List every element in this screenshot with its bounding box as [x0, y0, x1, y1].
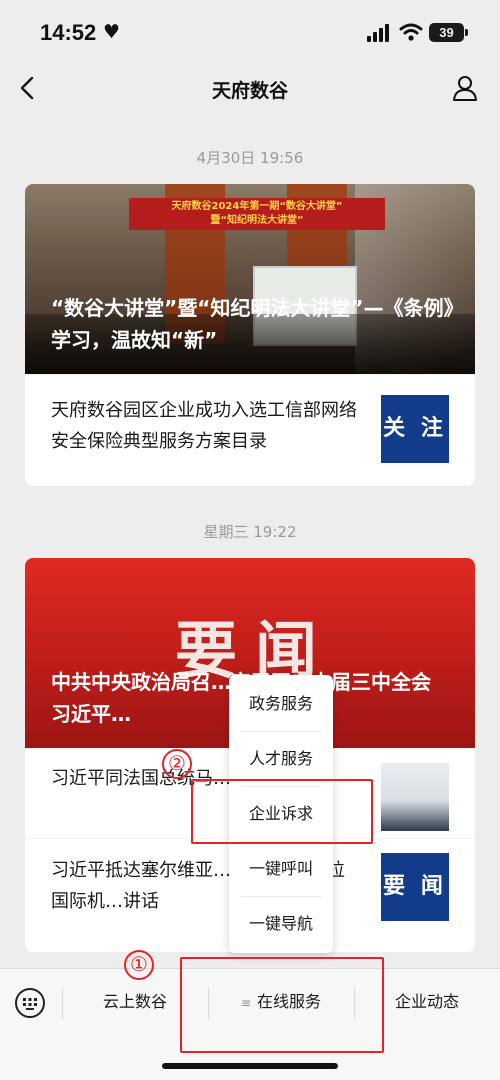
home-indicator: [162, 1063, 338, 1069]
status-time: 14:52: [40, 20, 97, 45]
wifi-icon: [399, 23, 423, 41]
feed-timestamp: 4月30日 19:56: [196, 149, 304, 167]
signal-icon: [367, 24, 389, 42]
user-profile-icon[interactable]: [452, 74, 478, 102]
article-title: 天府数谷园区企业成功入选工信部网络安全保险典型服务方案目录: [51, 400, 357, 452]
menu-item-talent-services[interactable]: 人才服务: [229, 732, 333, 786]
keyboard-icon[interactable]: [14, 987, 46, 1019]
article-hero[interactable]: 天府数谷2024年第一期“数谷大讲堂” 暨“知纪明法大讲堂” “数谷大讲堂”暨“…: [25, 184, 475, 374]
menu-item-government-services[interactable]: 政务服务: [229, 677, 333, 731]
heart-icon: ♥: [103, 21, 121, 43]
article-thumbnail: 关 注: [381, 395, 449, 463]
feed-card: 天府数谷2024年第一期“数谷大讲堂” 暨“知纪明法大讲堂” “数谷大讲堂”暨“…: [25, 184, 475, 486]
menu-item-one-click-call[interactable]: 一键呼叫: [229, 842, 333, 896]
list-item[interactable]: 天府数谷园区企业成功入选工信部网络安全保险典型服务方案目录 关 注: [25, 374, 475, 484]
battery-icon: 39: [429, 23, 464, 42]
feed-timestamp: 星期三 19:22: [203, 523, 297, 541]
menu-item-one-click-navigation[interactable]: 一键导航: [229, 897, 333, 951]
article-thumbnail: [381, 763, 449, 831]
article-hero-title: “数谷大讲堂”暨“知纪明法大讲堂”—《条例》学习，温故知“新”: [51, 296, 454, 352]
page-title: 天府数谷: [211, 80, 288, 102]
annotation-number-1: ①: [124, 950, 154, 980]
nav-bar: 天府数谷: [0, 64, 500, 116]
status-bar: 14:52 ♥ 39: [0, 0, 500, 64]
annotation-box-enterprise-requests: [191, 779, 373, 844]
annotation-number-2: ②: [162, 749, 192, 779]
hero-banner: 天府数谷2024年第一期“数谷大讲堂” 暨“知纪明法大讲堂”: [129, 198, 385, 230]
annotation-box-online-services: [180, 957, 384, 1053]
article-thumbnail: 要 闻: [381, 853, 449, 921]
battery-tip: [465, 29, 468, 36]
